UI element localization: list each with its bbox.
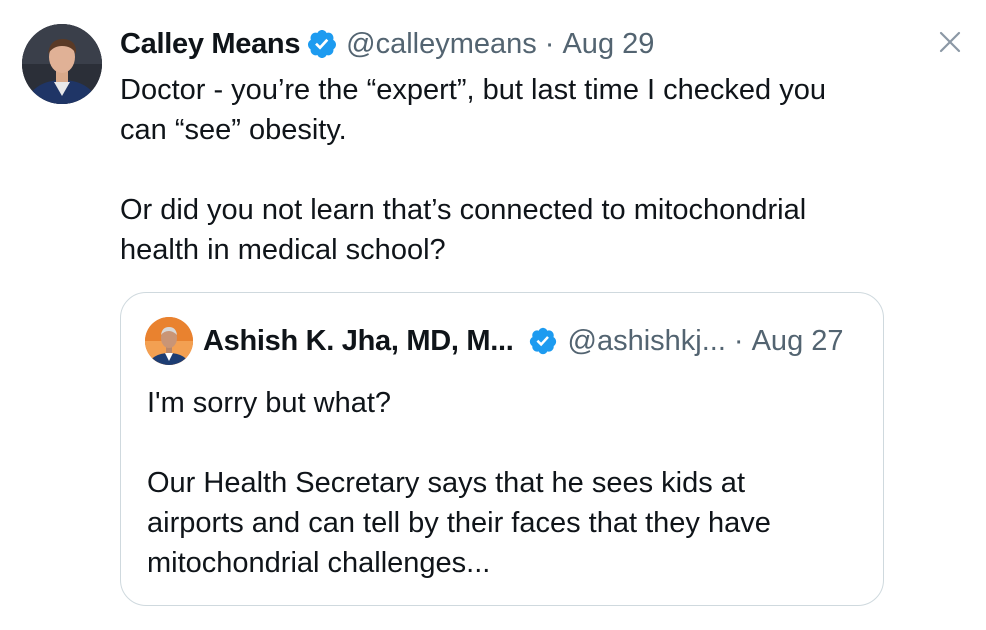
- verified-badge-icon: [308, 30, 337, 58]
- tweet-header: Calley Means @calleymeans · Aug 29: [120, 24, 654, 64]
- author-handle[interactable]: @calleymeans: [346, 28, 537, 61]
- quoted-tweet-text: I'm sorry but what? Our Health Secretary…: [147, 383, 867, 583]
- header-separator: ·: [544, 27, 555, 60]
- tweet-card: Calley Means @calleymeans · Aug 29 Docto…: [0, 0, 986, 630]
- quoted-text-line: I'm sorry but what?: [147, 387, 392, 419]
- verified-badge-icon: [529, 327, 556, 355]
- quoted-text-line: mitochondrial challenges...: [147, 547, 491, 579]
- quoted-text-line: Our Health Secretary says that he sees k…: [147, 467, 745, 499]
- tweet-text-line: Doctor - you’re the “expert”, but last t…: [120, 74, 826, 106]
- tweet-text: Doctor - you’re the “expert”, but last t…: [120, 70, 920, 270]
- tweet-text-line: can “see” obesity.: [120, 114, 347, 146]
- quoted-tweet-date[interactable]: Aug 27: [752, 325, 844, 358]
- close-icon[interactable]: [934, 26, 966, 58]
- author-avatar[interactable]: [22, 24, 102, 104]
- tweet-text-line: health in medical school?: [120, 234, 446, 266]
- header-separator: ·: [733, 324, 744, 357]
- quoted-author-handle[interactable]: @ashishkj...: [568, 325, 726, 358]
- quoted-author-avatar-image: [145, 317, 193, 365]
- author-avatar-image: [22, 24, 102, 104]
- quoted-author-avatar[interactable]: [145, 317, 193, 365]
- quoted-author-name[interactable]: Ashish K. Jha, MD, M...: [203, 325, 514, 358]
- quoted-tweet[interactable]: Ashish K. Jha, MD, M... @ashishkj... · A…: [120, 292, 884, 606]
- quoted-tweet-header: Ashish K. Jha, MD, M... @ashishkj... · A…: [203, 321, 844, 361]
- author-name[interactable]: Calley Means: [120, 28, 300, 61]
- tweet-text-line: Or did you not learn that’s connected to…: [120, 194, 807, 226]
- tweet-date[interactable]: Aug 29: [562, 28, 654, 61]
- quoted-text-line: airports and can tell by their faces tha…: [147, 507, 771, 539]
